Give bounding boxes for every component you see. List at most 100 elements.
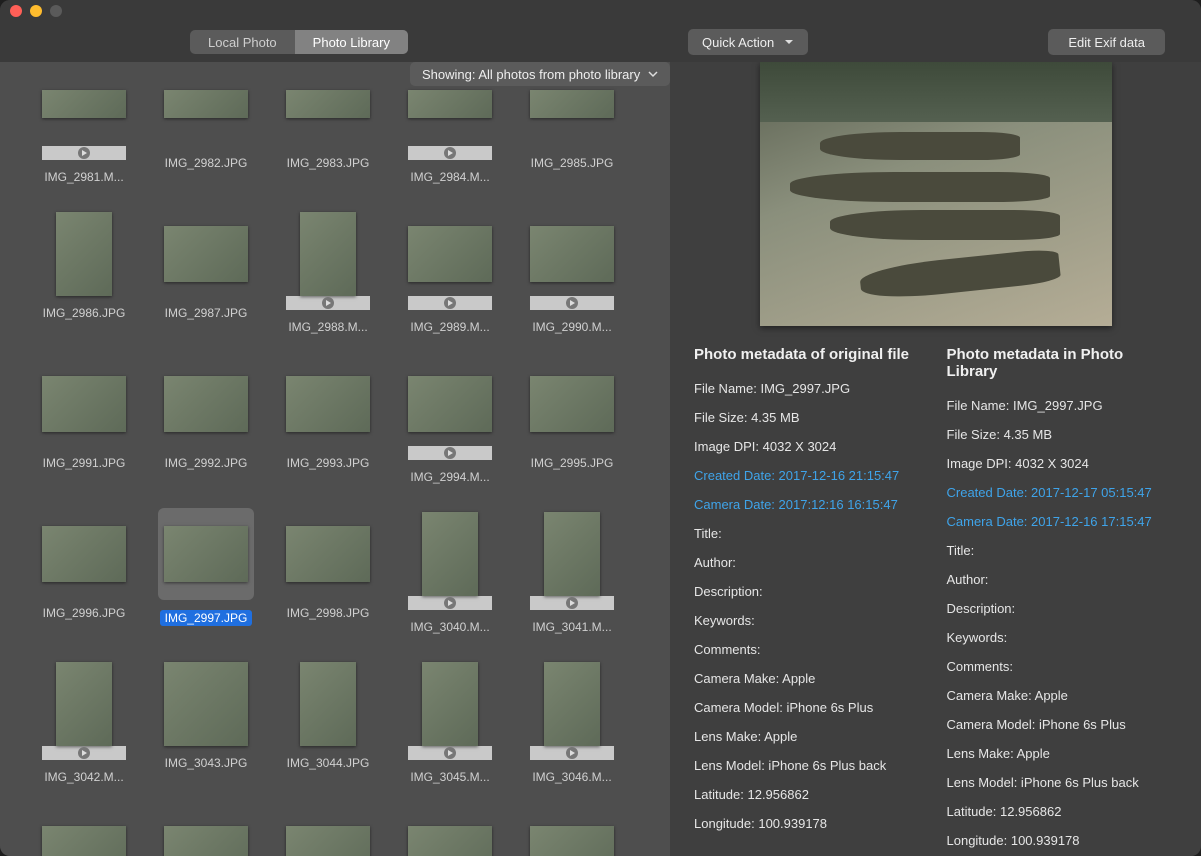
thumbnail-item[interactable]: IMG_2992.JPG <box>152 362 260 484</box>
thumbnail-label: IMG_3043.JPG <box>165 756 248 770</box>
thumbnail-image <box>300 662 356 746</box>
preview-image <box>760 62 1112 326</box>
play-icon <box>408 296 492 310</box>
metadata-row: Latitude: 12.956862 <box>947 804 1178 819</box>
thumbnail-label: IMG_2996.JPG <box>43 606 126 620</box>
thumbnail-label: IMG_2984.M... <box>410 170 489 184</box>
thumbnail-item[interactable]: IMG_3045.M... <box>396 662 504 784</box>
thumbnail-item[interactable]: IMG_2993.JPG <box>274 362 382 484</box>
thumbnail-image <box>408 90 492 118</box>
metadata-original-column: Photo metadata of original file File Nam… <box>694 346 925 856</box>
quick-action-label: Quick Action <box>702 35 774 50</box>
thumbnail-item[interactable]: IMG_2988.M... <box>274 212 382 334</box>
thumbnail-item[interactable]: IMG_3044.JPG <box>274 662 382 784</box>
thumbnail-item[interactable]: IMG_3046.M... <box>518 662 626 784</box>
metadata-original-rows: File Name: IMG_2997.JPGFile Size: 4.35 M… <box>694 381 925 831</box>
metadata-row: Camera Model: iPhone 6s Plus <box>947 717 1178 732</box>
filter-dropdown[interactable]: Showing: All photos from photo library <box>410 62 670 86</box>
thumbnail-item[interactable]: IMG_2995.JPG <box>518 362 626 484</box>
zoom-icon[interactable] <box>50 5 62 17</box>
close-icon[interactable] <box>10 5 22 17</box>
metadata-row: Camera Model: iPhone 6s Plus <box>694 700 925 715</box>
thumbnail-image <box>42 526 126 582</box>
tab-local-photo[interactable]: Local Photo <box>190 30 295 54</box>
metadata-row: Comments: <box>694 642 925 657</box>
thumbnail-item[interactable]: IMG_2989.M... <box>396 212 504 334</box>
thumbnail-item[interactable]: IMG_2994.M... <box>396 362 504 484</box>
thumbnail-label: IMG_3044.JPG <box>287 756 370 770</box>
tab-photo-library[interactable]: Photo Library <box>295 30 408 54</box>
metadata-row: Longitude: 100.939178 <box>694 816 925 831</box>
thumbnail-image <box>164 376 248 432</box>
play-icon <box>530 596 614 610</box>
metadata-row: File Size: 4.35 MB <box>694 410 925 425</box>
thumbnail-item[interactable]: IMG_3042.M... <box>30 662 138 784</box>
metadata-row: Camera Date: 2017:12:16 16:15:47 <box>694 497 925 512</box>
metadata-columns: Photo metadata of original file File Nam… <box>694 346 1177 856</box>
thumbnail-item[interactable]: IMG_2986.JPG <box>30 212 138 334</box>
metadata-row: File Size: 4.35 MB <box>947 427 1178 442</box>
thumbnail-label: IMG_2989.M... <box>410 320 489 334</box>
thumbnail-image <box>300 212 356 296</box>
chevron-down-icon <box>648 67 658 82</box>
metadata-row: Lens Make: Apple <box>947 746 1178 761</box>
thumbnail-item[interactable]: IMG_3043.JPG <box>152 662 260 784</box>
metadata-row: Keywords: <box>947 630 1178 645</box>
thumbnail-label: IMG_3040.M... <box>410 620 489 634</box>
thumbnail-item[interactable]: IMG_2990.M... <box>518 212 626 334</box>
thumbnail-item[interactable]: IMG_2991.JPG <box>30 362 138 484</box>
minimize-icon[interactable] <box>30 5 42 17</box>
thumbnail-image <box>408 826 492 856</box>
thumbnail-image <box>164 526 248 582</box>
metadata-row: Description: <box>947 601 1178 616</box>
thumbnail-item[interactable]: IMG_3048.JPG <box>152 812 260 856</box>
metadata-library-column: Photo metadata in Photo Library File Nam… <box>947 346 1178 856</box>
thumbnail-grid-pane[interactable]: IMG_2981.M... IMG_2982.JPG IMG_2983.JPG IMG… <box>0 62 670 856</box>
thumbnail-image <box>530 226 614 282</box>
edit-exif-button[interactable]: Edit Exif data <box>1048 29 1165 55</box>
play-icon <box>408 146 492 160</box>
thumbnail-item[interactable]: IMG_2987.JPG <box>152 212 260 334</box>
toolbar: Local Photo Photo Library Quick Action E… <box>0 22 1201 62</box>
thumbnail-item[interactable]: IMG_2981.M... <box>30 62 138 184</box>
thumbnail-label: IMG_2993.JPG <box>287 456 370 470</box>
thumbnail-image <box>164 226 248 282</box>
metadata-row: Camera Date: 2017-12-16 17:15:47 <box>947 514 1178 529</box>
thumbnail-image <box>42 376 126 432</box>
metadata-row: Created Date: 2017-12-16 21:15:47 <box>694 468 925 483</box>
thumbnail-label: IMG_2988.M... <box>288 320 367 334</box>
thumbnail-item[interactable]: IMG_2996.JPG <box>30 512 138 634</box>
thumbnail-label: IMG_2987.JPG <box>165 306 248 320</box>
thumbnail-item[interactable]: IMG_2982.JPG <box>152 62 260 184</box>
metadata-row: Created Date: 2017-12-17 05:15:47 <box>947 485 1178 500</box>
metadata-row: Latitude: 12.956862 <box>694 787 925 802</box>
play-icon <box>408 746 492 760</box>
thumbnail-label: IMG_2982.JPG <box>165 156 248 170</box>
metadata-row: Camera Make: Apple <box>947 688 1178 703</box>
thumbnail-label: IMG_2991.JPG <box>43 456 126 470</box>
thumbnail-label: IMG_2995.JPG <box>531 456 614 470</box>
thumbnail-label: IMG_2985.JPG <box>531 156 614 170</box>
thumbnail-item[interactable]: IMG_3051.JPG <box>518 812 626 856</box>
thumbnail-image <box>544 512 600 596</box>
thumbnail-item[interactable]: IMG_2997.JPG <box>152 508 260 634</box>
play-icon <box>530 746 614 760</box>
thumbnail-item[interactable]: IMG_2983.JPG <box>274 62 382 184</box>
metadata-row: Camera Make: Apple <box>694 671 925 686</box>
thumbnail-label: IMG_2992.JPG <box>165 456 248 470</box>
thumbnail-item[interactable]: IMG_3040.M... <box>396 512 504 634</box>
thumbnail-item[interactable]: IMG_3049.JPG <box>274 812 382 856</box>
thumbnail-item[interactable]: IMG_3047.JPG <box>30 812 138 856</box>
thumbnail-image <box>286 90 370 118</box>
thumbnail-image <box>164 662 248 746</box>
metadata-row: Author: <box>694 555 925 570</box>
thumbnail-label: IMG_2981.M... <box>44 170 123 184</box>
thumbnail-item[interactable]: IMG_3041.M... <box>518 512 626 634</box>
thumbnail-image <box>164 826 248 856</box>
thumbnail-item[interactable]: IMG_3050.JPG <box>396 812 504 856</box>
quick-action-button[interactable]: Quick Action <box>688 29 808 55</box>
metadata-library-title: Photo metadata in Photo Library <box>947 346 1178 380</box>
thumbnail-image <box>530 90 614 118</box>
thumbnail-item[interactable]: IMG_2998.JPG <box>274 512 382 634</box>
metadata-library-rows: File Name: IMG_2997.JPGFile Size: 4.35 M… <box>947 398 1178 848</box>
